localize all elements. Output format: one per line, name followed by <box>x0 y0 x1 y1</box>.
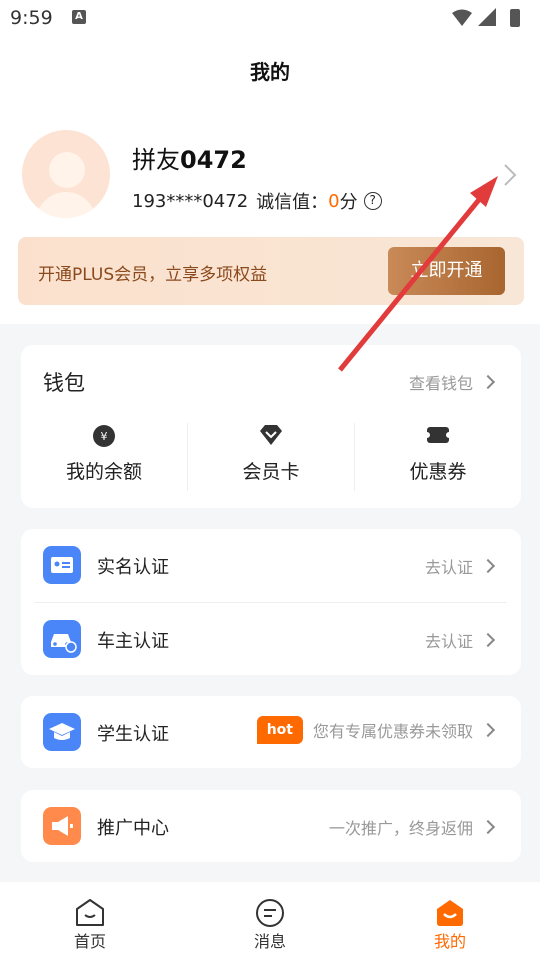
row-label: 实名认证 <box>97 557 169 578</box>
user-meta: 193****0472 诚信值： 0 分 ? <box>132 188 382 214</box>
page-title: 我的 <box>250 60 290 84</box>
credit-value: 0 <box>328 190 340 212</box>
coupon-icon <box>425 427 451 443</box>
status-time: 9:59 <box>10 7 53 29</box>
wallet-item-balance[interactable]: ¥ 我的余额 <box>21 423 187 491</box>
plus-text: 开通PLUS会员，立享多项权益 <box>38 265 268 285</box>
status-bar: 9:59 A <box>0 0 540 36</box>
row-label: 推广中心 <box>97 818 169 839</box>
wallet-item-label: 优惠券 <box>409 461 467 483</box>
tab-home[interactable]: 首页 <box>0 882 180 960</box>
view-wallet-link[interactable]: 查看钱包 <box>408 370 496 394</box>
wallet-item-coupon[interactable]: 优惠券 <box>354 423 521 491</box>
tab-label: 消息 <box>253 932 286 951</box>
tab-messages[interactable]: 消息 <box>180 882 360 960</box>
graduation-cap-icon <box>43 713 81 751</box>
wallet-items: ¥ 我的余额 会员卡 优惠券 <box>21 423 521 491</box>
chevron-right-icon <box>480 374 496 390</box>
row-promo-center[interactable]: 推广中心 一次推广，终身返佣 <box>21 790 521 862</box>
row-student-verify[interactable]: 学生认证 hot 您有专属优惠券未领取 <box>21 696 521 768</box>
row-label: 车主认证 <box>97 631 169 652</box>
tab-label: 首页 <box>73 932 106 951</box>
promo-card: 推广中心 一次推广，终身返佣 <box>21 790 521 862</box>
wallet-card: 钱包 查看钱包 ¥ 我的余额 会员卡 优惠券 <box>21 345 521 508</box>
row-action: 去认证 <box>424 554 496 578</box>
row-action-text: 您有专属优惠券未领取 <box>312 722 473 741</box>
row-action: hot 您有专属优惠券未领取 <box>256 716 496 744</box>
phone-number: 193****0472 <box>132 190 249 212</box>
avatar-head <box>49 152 85 188</box>
id-card-icon <box>43 546 81 584</box>
avatar-body <box>36 192 96 218</box>
wallet-item-member-card[interactable]: 会员卡 <box>187 423 354 491</box>
view-wallet-label: 查看钱包 <box>408 374 473 393</box>
home-smile-icon <box>76 899 104 926</box>
signal-icon <box>478 8 496 26</box>
notification-icon: A <box>72 10 86 24</box>
profile-smile-icon <box>437 900 463 926</box>
chevron-right-icon <box>480 819 496 835</box>
row-action-text: 去认证 <box>424 632 473 651</box>
chevron-right-icon <box>480 558 496 574</box>
status-icons <box>452 8 520 27</box>
battery-icon <box>510 9 520 27</box>
plus-banner[interactable]: 开通PLUS会员，立享多项权益 立即开通 <box>18 237 524 305</box>
tab-label: 我的 <box>433 932 466 951</box>
verify-card: 实名认证 去认证 车主认证 去认证 <box>21 529 521 675</box>
credit-label: 诚信值： <box>256 192 329 213</box>
wallet-item-label: 我的余额 <box>65 461 142 483</box>
svg-text:¥: ¥ <box>101 430 108 443</box>
tab-profile[interactable]: 我的 <box>360 882 540 960</box>
credit-unit: 分 <box>339 192 358 213</box>
message-icon <box>256 899 284 927</box>
wallet-item-label: 会员卡 <box>242 461 300 483</box>
hot-badge: hot <box>256 716 303 744</box>
row-action-text: 去认证 <box>424 558 473 577</box>
row-label: 学生认证 <box>97 724 169 745</box>
username-prefix: 拼友 <box>132 146 180 174</box>
username[interactable]: 拼友0472 <box>132 140 247 175</box>
wifi-icon <box>452 9 472 26</box>
student-card: 学生认证 hot 您有专属优惠券未领取 <box>21 696 521 768</box>
help-icon[interactable]: ? <box>363 192 382 210</box>
money-bag-icon: ¥ <box>93 425 115 447</box>
username-number: 0472 <box>180 146 247 174</box>
row-action: 一次推广，终身返佣 <box>328 815 496 839</box>
chevron-right-icon <box>480 632 496 648</box>
avatar[interactable] <box>22 130 110 218</box>
tab-bar: 首页 消息 我的 <box>0 882 540 960</box>
row-action: 去认证 <box>424 628 496 652</box>
wallet-title: 钱包 <box>43 371 85 395</box>
row-car-owner-verify[interactable]: 车主认证 去认证 <box>21 603 521 675</box>
megaphone-icon <box>43 807 81 845</box>
car-icon <box>43 620 81 658</box>
chevron-right-icon <box>480 722 496 738</box>
plus-open-button[interactable]: 立即开通 <box>388 247 505 295</box>
profile-chevron-icon[interactable] <box>500 162 520 188</box>
row-action-text: 一次推广，终身返佣 <box>328 819 473 838</box>
row-real-name-verify[interactable]: 实名认证 去认证 <box>21 529 521 601</box>
diamond-icon <box>260 425 282 445</box>
